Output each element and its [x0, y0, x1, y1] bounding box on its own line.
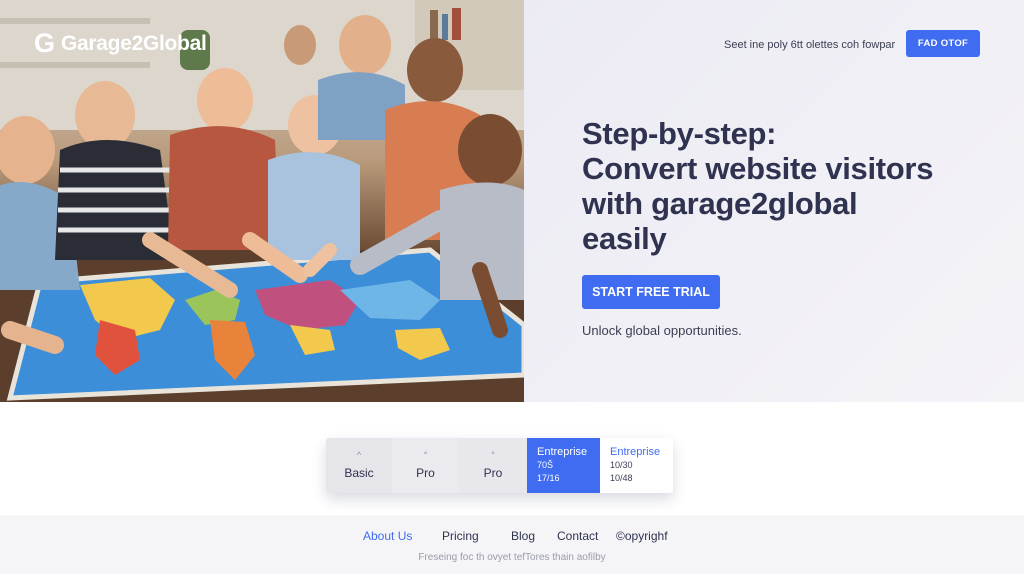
plan-tab-pro-2[interactable]: ° Pro: [459, 438, 527, 493]
footer-link-about[interactable]: About Us: [363, 529, 412, 543]
plan-tab-enterprise[interactable]: Entreprise 10/30 10/48: [600, 438, 673, 493]
headline-line-1: Step-by-step:: [582, 116, 777, 151]
pricing-tabs: ^ Basic ° Pro ° Pro Entreprise 70Š 17/16…: [326, 438, 673, 493]
footer-link-contact[interactable]: Contact: [557, 529, 598, 543]
hero-tagline: Unlock global opportunities.: [582, 323, 742, 338]
plan-name: Basic: [344, 466, 374, 480]
plan-detail: 70Š: [537, 460, 554, 470]
headline-line-3: with garage2global: [582, 186, 858, 221]
start-free-trial-button[interactable]: START FREE TRIAL: [582, 275, 720, 309]
footer-link-copyright[interactable]: ©opyrighf: [616, 529, 668, 543]
caret-up-icon: ^: [356, 450, 362, 460]
headline-line-4: easily: [582, 221, 667, 256]
plan-tab-basic[interactable]: ^ Basic: [326, 438, 392, 493]
header-button[interactable]: FAD OTOF: [906, 30, 980, 57]
dot-icon: °: [491, 450, 495, 460]
plan-detail: 10/30: [610, 460, 633, 470]
headline-line-2: Convert website visitors: [582, 151, 934, 186]
plan-tab-enterprise-active[interactable]: Entreprise 70Š 17/16: [527, 438, 600, 493]
header-note: Seet ine poly 6tt olettes coh fowpar: [724, 39, 896, 51]
plan-detail: 10/48: [610, 473, 633, 483]
plan-detail: 17/16: [537, 473, 560, 483]
plan-name: Pro: [416, 466, 435, 480]
hero-photo: G Garage2Global: [0, 0, 524, 402]
plan-name: Entreprise: [610, 446, 661, 458]
g-logo-icon: G: [34, 28, 56, 58]
brand-name: Garage2Global: [61, 31, 207, 55]
brand-logo[interactable]: G Garage2Global: [34, 28, 207, 59]
plan-name: Entreprise: [537, 446, 588, 458]
plan-name: Pro: [483, 466, 503, 480]
team-photo-illustration: [0, 0, 524, 402]
dot-icon: °: [423, 450, 428, 460]
footer-links: About Us Pricing Blog Contact ©opyrighf: [0, 529, 1024, 545]
footer-copyright: Freseing foc th ovyet tefTores thain aof…: [418, 552, 606, 563]
footer: About Us Pricing Blog Contact ©opyrighf …: [0, 515, 1024, 574]
hero-panel: Seet ine poly 6tt olettes coh fowpar FAD…: [524, 0, 1024, 402]
hero: G Garage2Global Seet ine poly 6tt olette…: [0, 0, 1024, 402]
hero-headline: Step-by-step: Convert website visitors w…: [582, 116, 1002, 256]
footer-link-blog[interactable]: Blog: [511, 529, 535, 543]
footer-link-pricing[interactable]: Pricing: [442, 529, 479, 543]
plan-tab-pro[interactable]: ° Pro: [392, 438, 459, 493]
